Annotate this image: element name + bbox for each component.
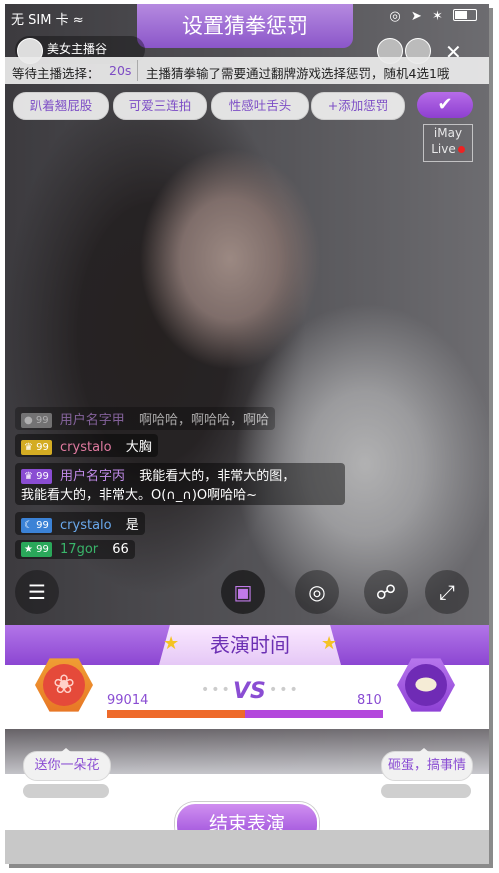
penalty-option[interactable]: 性感吐舌头 (211, 92, 309, 120)
location-icon: ➤ (410, 9, 425, 24)
wait-message: 主播猜拳输了需要通过翻牌游戏选择惩罚，随机4选1哦 (146, 66, 450, 81)
page-title: 设置猜拳惩罚 (137, 4, 353, 48)
penalty-option[interactable]: 可爱三连拍 (113, 92, 207, 120)
bluetooth-icon: ✶ (431, 9, 446, 24)
level-badge: ● 99 (21, 413, 52, 428)
bottom-area (5, 830, 489, 864)
chat-message: ● 99 用户名字甲 啊哈哈，啊哈哈，啊哈 (15, 407, 275, 430)
level-badge: ♛ 99 (21, 469, 52, 484)
dots-decoration: ••• (269, 682, 300, 698)
live-dot-icon (457, 146, 465, 153)
wait-bar: 等待主播选择： 20s 主播猜拳输了需要通过翻牌游戏选择惩罚，随机4选1哦 (5, 57, 489, 84)
battery-icon (453, 9, 477, 21)
level-badge: ☾ 99 (21, 518, 52, 533)
chat-icon[interactable]: ☰ (15, 570, 59, 614)
vs-label: VS (233, 679, 266, 704)
star-icon: ★ (321, 633, 338, 654)
chat-message: ★ 99 17gor 66 (15, 540, 135, 559)
chat-message: ☾ 99 crystalo 是 (15, 512, 145, 535)
wait-label: 等待主播选择： (12, 66, 100, 81)
right-progress (245, 710, 383, 718)
gamepad-icon[interactable]: ◎ (295, 570, 339, 614)
fullscreen-icon[interactable]: ⤢ (425, 570, 469, 614)
chat-message: ♛ 99 用户名字丙 我能看大的，非常大的图， 我能看大的，非常大。O(∩_∩)… (15, 463, 345, 505)
status-icons: ◎ ➤ ✶ (389, 9, 477, 24)
left-progress (107, 710, 245, 718)
star-icon: ★ (163, 633, 180, 654)
divider (137, 60, 138, 81)
level-badge: ★ 99 (21, 542, 52, 557)
phone-screen: 无 SIM 卡 ≈ ◎ ➤ ✶ 设置猜拳惩罚 美女主播谷 ✕ 等待主播选择： 2… (5, 4, 489, 864)
egg-bubble[interactable]: 砸蛋，搞事情 (381, 748, 473, 781)
anchor-name: 美女主播谷 (47, 42, 108, 56)
bubble-shadow (23, 784, 109, 798)
share-icon[interactable]: ☍ (364, 570, 408, 614)
egg-icon: ⬬ (405, 664, 447, 706)
rose-icon: ❀ (43, 664, 85, 706)
confirm-button[interactable]: ✔ (417, 92, 473, 118)
check-icon: ✔ (437, 94, 453, 115)
penalty-option[interactable]: 趴着翘屁股 (13, 92, 109, 120)
performance-title: 表演时间 (159, 625, 341, 665)
level-badge: ♛ 99 (21, 440, 52, 455)
countdown: 20s (109, 63, 132, 78)
chat-message: ♛ 99 crystalo 大胸 (15, 434, 158, 457)
wifi-icon: ≈ (72, 13, 84, 28)
flower-bubble[interactable]: 送你一朵花 (23, 748, 111, 781)
carrier-label: 无 SIM 卡 ≈ (11, 13, 84, 28)
add-penalty-button[interactable]: +添加惩罚 (311, 92, 405, 120)
watermark-logo: iMay Live (423, 124, 473, 162)
left-score: 99014 (107, 693, 149, 708)
dots-decoration: ••• (201, 682, 232, 698)
right-score: 810 (357, 693, 382, 708)
bubble-shadow (381, 784, 471, 798)
orientation-lock-icon: ◎ (389, 9, 404, 24)
gift-icon[interactable]: ▣ (221, 570, 265, 614)
